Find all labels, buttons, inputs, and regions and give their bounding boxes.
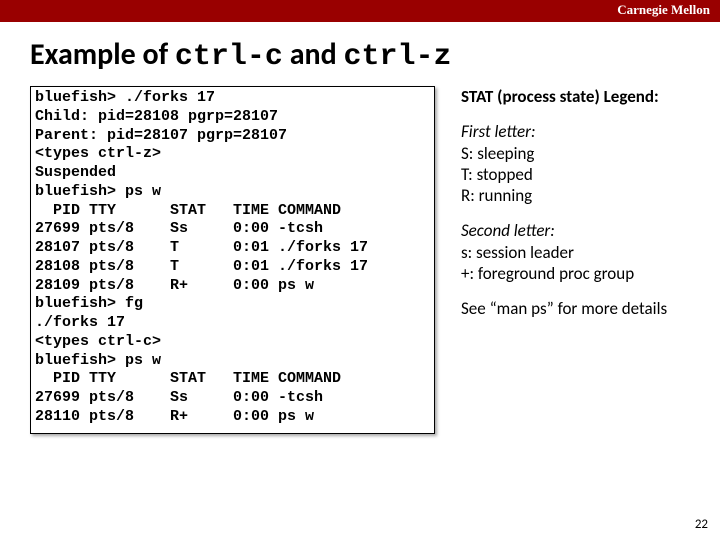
legend-panel: STAT (process state) Legend: First lette… xyxy=(435,86,667,434)
slide-title: Example of ctrl-c and ctrl-z xyxy=(0,22,720,86)
title-text-pre: Example of xyxy=(30,36,175,73)
legend-see-more: See “man ps” for more details xyxy=(461,298,667,319)
legend-first-r: R: running xyxy=(461,185,667,206)
legend-first-label: First letter: xyxy=(461,121,667,142)
legend-second-s: s: session leader xyxy=(461,242,667,263)
legend-second-plus: +: foreground proc group xyxy=(461,263,667,284)
legend-second-letter: Second letter: s: session leader +: fore… xyxy=(461,220,667,284)
brand-bar: Carnegie Mellon xyxy=(0,0,720,22)
legend-first-letter: First letter: S: sleeping T: stopped R: … xyxy=(461,121,667,206)
legend-first-s: S: sleeping xyxy=(461,143,667,164)
legend-header: STAT (process state) Legend: xyxy=(461,86,667,107)
title-code-2: ctrl-z xyxy=(344,40,452,74)
title-code-1: ctrl-c xyxy=(175,40,283,74)
legend-first-t: T: stopped xyxy=(461,164,667,185)
terminal-output: bluefish> ./forks 17 Child: pid=28108 pg… xyxy=(30,86,435,434)
brand-text: Carnegie Mellon xyxy=(617,2,710,17)
content-row: bluefish> ./forks 17 Child: pid=28108 pg… xyxy=(0,86,720,434)
title-text-mid: and xyxy=(283,36,344,73)
page-number: 22 xyxy=(695,517,708,532)
legend-second-label: Second letter: xyxy=(461,220,667,241)
